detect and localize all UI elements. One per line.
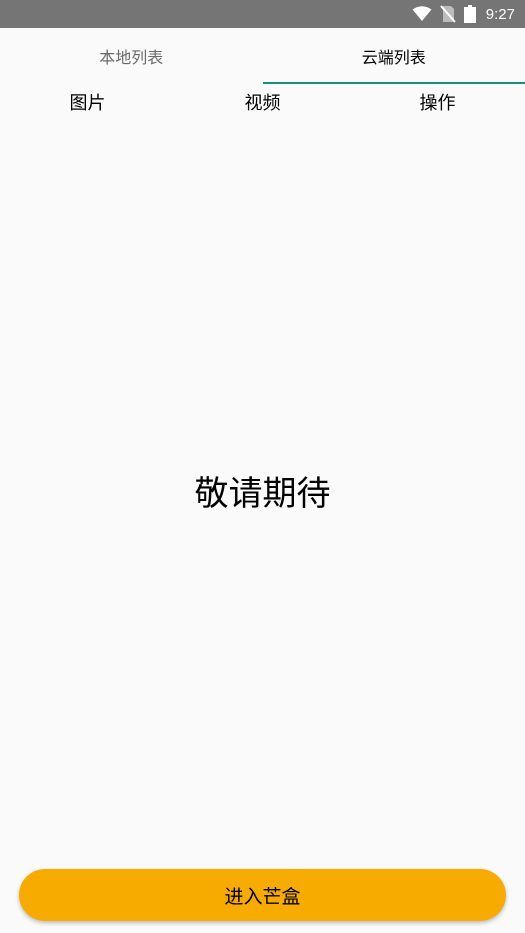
tab-cloud-list[interactable]: 云端列表 — [262, 28, 525, 84]
enter-box-button-label: 进入芒盒 — [224, 885, 301, 908]
coming-soon-text: 敬请期待 — [194, 474, 331, 514]
enter-box-button[interactable]: 进入芒盒 — [19, 869, 506, 921]
battery-icon — [463, 5, 476, 23]
tab-local-list-label: 本地列表 — [99, 48, 164, 67]
column-headers: 图片 视频 操作 — [0, 84, 525, 120]
tab-cloud-list-label: 云端列表 — [361, 48, 426, 67]
list-tabs: 本地列表 云端列表 — [0, 28, 525, 84]
column-header-video: 视频 — [244, 93, 281, 114]
column-header-image: 图片 — [69, 93, 106, 114]
status-bar: 9:27 — [0, 0, 525, 28]
status-time: 9:27 — [485, 5, 515, 23]
no-sim-icon — [440, 5, 456, 23]
wifi-icon — [412, 6, 432, 22]
column-header-action: 操作 — [419, 93, 456, 114]
tab-local-list[interactable]: 本地列表 — [0, 28, 263, 84]
